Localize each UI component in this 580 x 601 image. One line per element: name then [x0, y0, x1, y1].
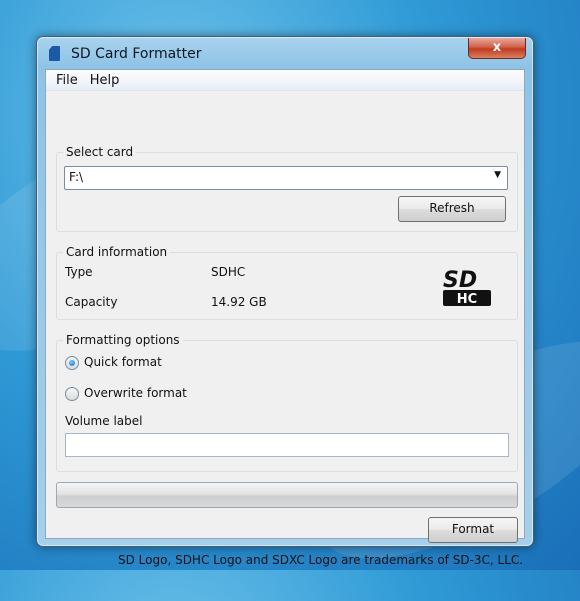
select-card-legend: Select card: [63, 145, 137, 159]
sdhc-logo-hc-text: HC: [457, 292, 477, 307]
menu-help[interactable]: Help: [84, 73, 126, 88]
progress-bar: [56, 482, 518, 508]
title-bar[interactable]: SD Card Formatter x: [37, 37, 533, 70]
quick-format-label[interactable]: Quick format: [84, 355, 162, 369]
volume-label-input[interactable]: [65, 433, 509, 457]
type-label: Type: [65, 265, 93, 279]
sd-card-icon: [49, 46, 60, 61]
quick-format-radio[interactable]: [65, 356, 79, 370]
format-button[interactable]: Format: [428, 517, 518, 543]
chevron-down-icon[interactable]: ▼: [494, 170, 501, 180]
card-information-group: Card information Type SDHC Capacity 14.9…: [56, 245, 518, 320]
capacity-value: 14.92 GB: [211, 295, 267, 309]
drive-select-value: F:\: [69, 170, 84, 184]
formatting-options-group: Formatting options Quick format Overwrit…: [56, 333, 518, 472]
sdhc-logo-icon: SD HC: [443, 268, 491, 307]
trademark-notice: SD Logo, SDHC Logo and SDXC Logo are tra…: [118, 553, 524, 567]
select-card-group: Select card F:\ ▼ Refresh: [56, 145, 518, 232]
overwrite-format-label[interactable]: Overwrite format: [84, 386, 187, 400]
drive-select[interactable]: F:\ ▼: [64, 166, 508, 190]
sdhc-logo-sd-text: SD: [443, 268, 477, 293]
client-area: File Help Select card F:\ ▼ Refresh Card…: [45, 69, 525, 567]
close-button[interactable]: x: [468, 38, 526, 59]
menu-bar: File Help: [46, 70, 524, 91]
sd-card-formatter-window: SD Card Formatter x File Help Select car…: [36, 36, 534, 567]
refresh-button[interactable]: Refresh: [398, 196, 506, 222]
window-title: SD Card Formatter: [71, 46, 202, 62]
formatting-options-legend: Formatting options: [63, 333, 183, 347]
volume-label-caption: Volume label: [65, 414, 143, 428]
type-value: SDHC: [211, 265, 246, 279]
menu-file[interactable]: File: [50, 73, 84, 88]
card-information-legend: Card information: [63, 245, 171, 259]
capacity-label: Capacity: [65, 295, 118, 309]
overwrite-format-radio[interactable]: [65, 387, 79, 401]
